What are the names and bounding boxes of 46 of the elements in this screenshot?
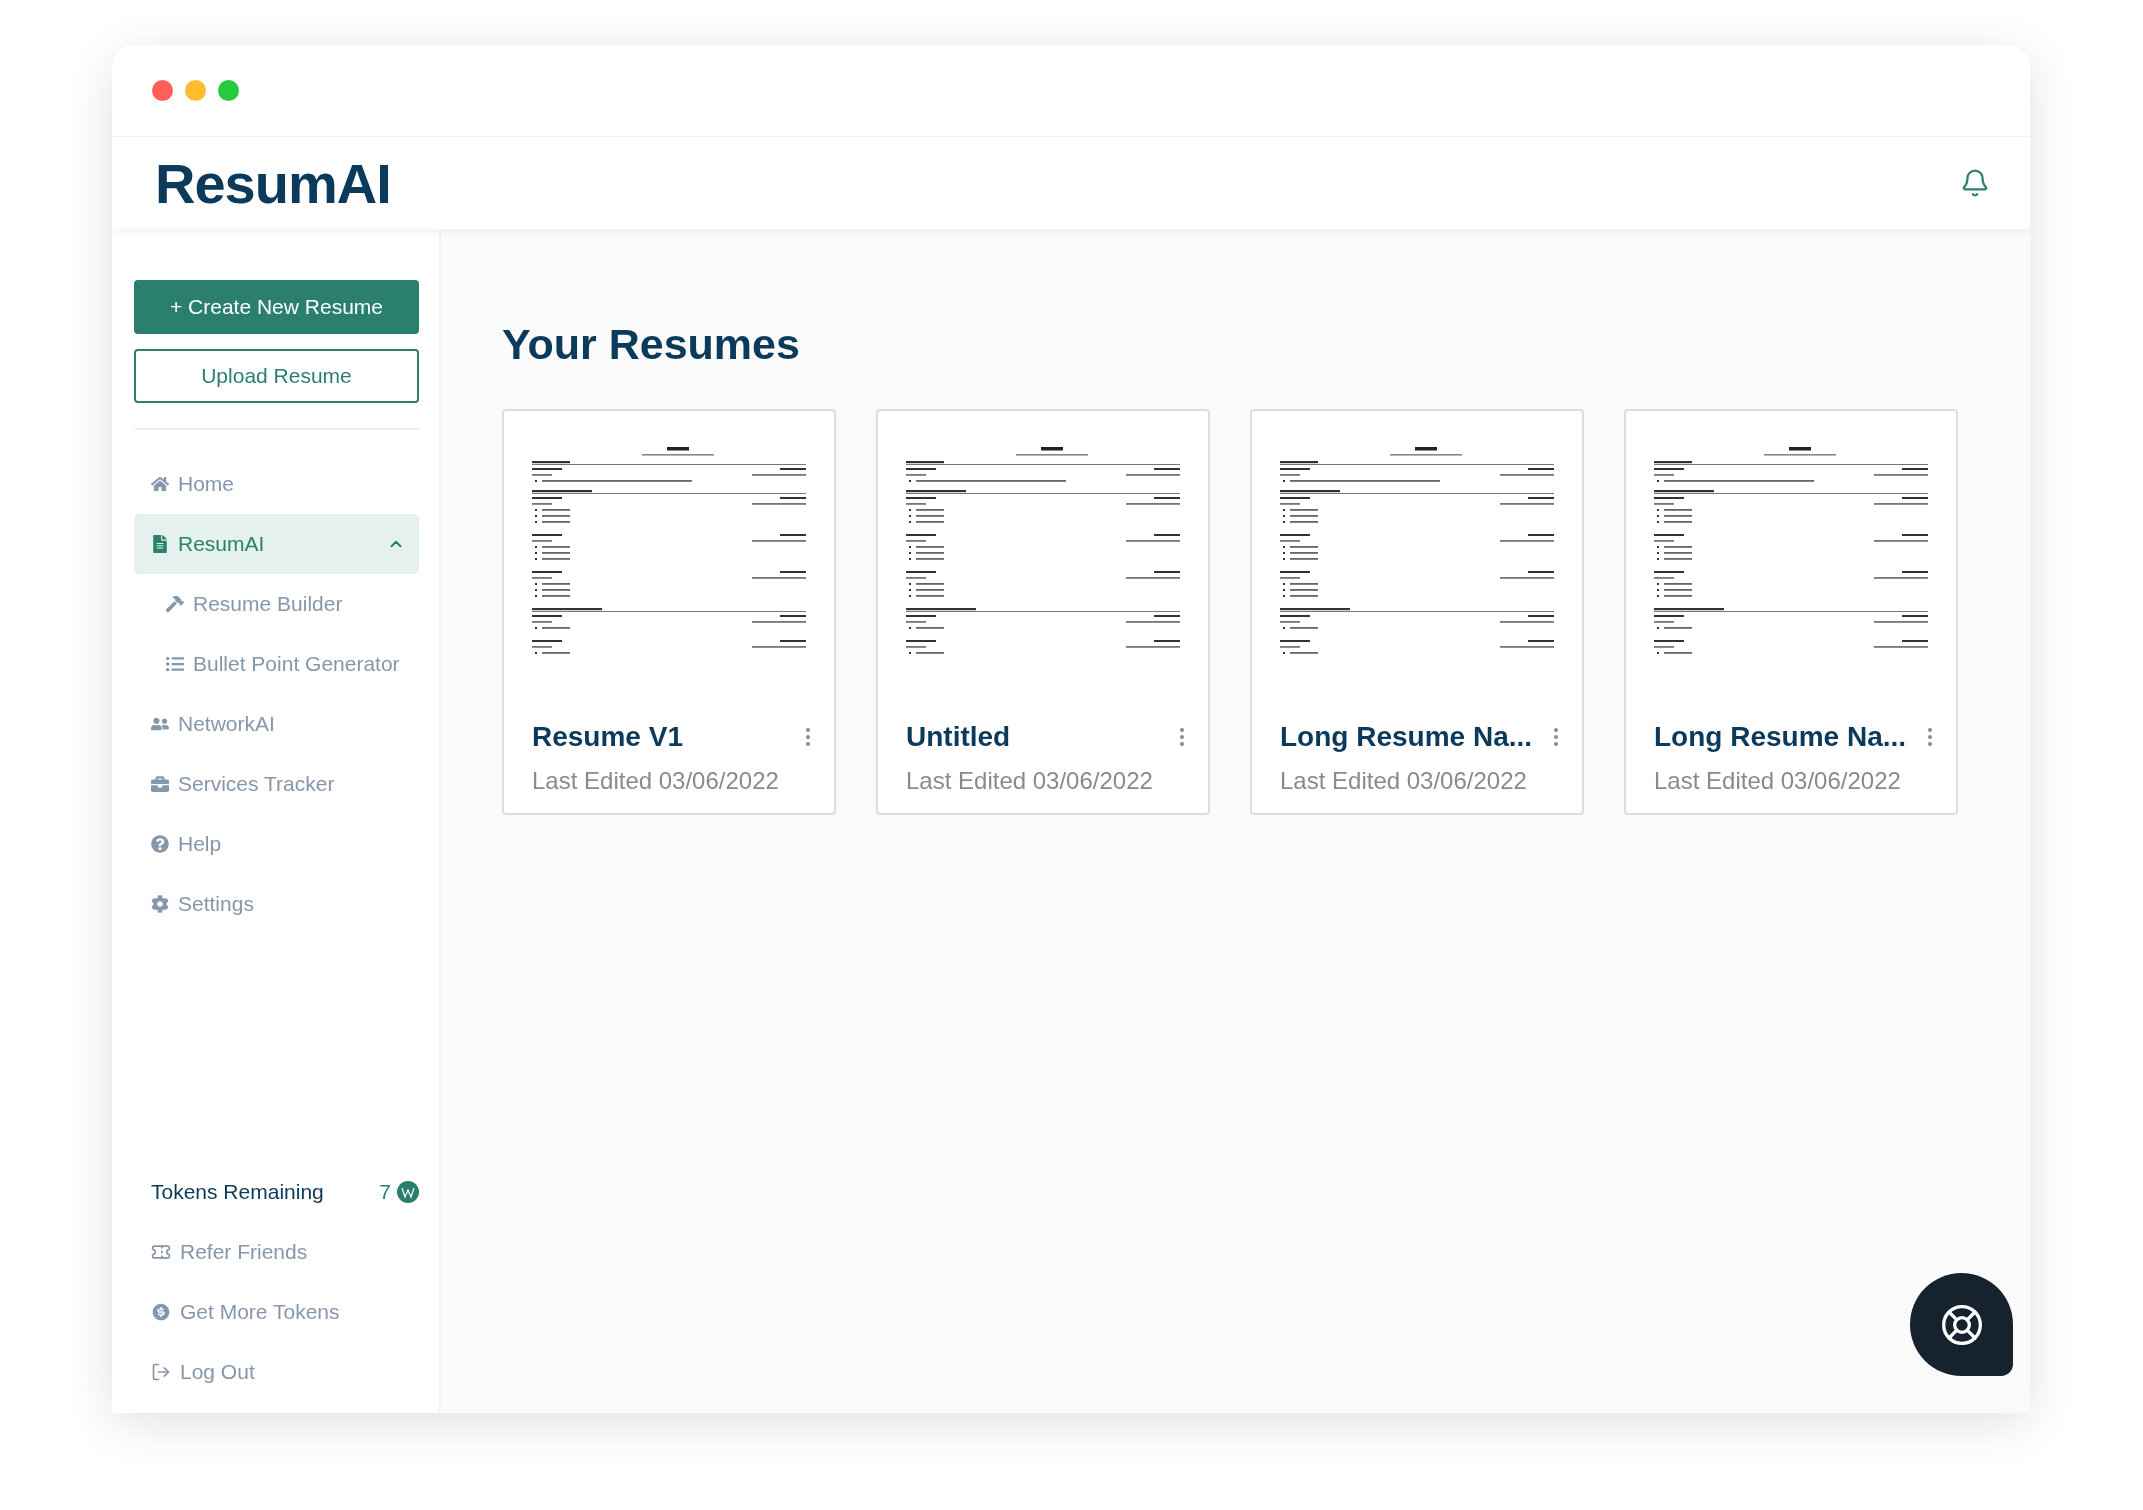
- nav-subitem[interactable]: Resume Builder: [134, 574, 419, 634]
- logout-icon: [151, 1362, 171, 1382]
- token-count: 7: [379, 1180, 391, 1204]
- last-edited-date: Last Edited 03/06/2022: [532, 767, 780, 795]
- window-control[interactable]: [185, 80, 206, 101]
- nav-item[interactable]: Home: [134, 454, 419, 514]
- nav-subitem[interactable]: Bullet Point Generator: [134, 634, 419, 694]
- resume-title: Long Resume Na...: [1654, 721, 1907, 753]
- dollar-icon: [151, 1302, 171, 1322]
- last-edited-date: Last Edited 03/06/2022: [1654, 767, 1902, 795]
- nav-item[interactable]: Help: [134, 814, 419, 874]
- token-coin-icon: [397, 1181, 419, 1203]
- people-icon: [151, 715, 169, 733]
- lifebuoy-icon: [1939, 1302, 1984, 1347]
- resume-card[interactable]: Untitled Last Edited 03/06/2022: [876, 409, 1210, 815]
- create-resume-button[interactable]: + Create New Resume: [134, 280, 419, 334]
- resume-card[interactable]: Resume V1 Last Edited 03/06/2022: [502, 409, 836, 815]
- logo: ResumAI: [155, 150, 391, 216]
- nav-item[interactable]: Services Tracker: [134, 754, 419, 814]
- ticket-icon: [151, 1242, 171, 1262]
- sidebar-link[interactable]: Get More Tokens: [134, 1282, 419, 1342]
- hammer-icon: [166, 595, 184, 613]
- sidebar-link[interactable]: Log Out: [134, 1342, 419, 1402]
- document-icon: [151, 535, 169, 553]
- nav-item[interactable]: Settings: [134, 874, 419, 934]
- list-icon: [166, 655, 184, 673]
- home-icon: [151, 475, 169, 493]
- window-control[interactable]: [152, 80, 173, 101]
- resume-title: Resume V1: [532, 721, 683, 753]
- last-edited-date: Last Edited 03/06/2022: [1280, 767, 1528, 795]
- briefcase-icon: [151, 775, 169, 793]
- tokens-label: Tokens Remaining: [151, 1180, 325, 1204]
- settings-icon: [151, 895, 169, 913]
- window-control[interactable]: [218, 80, 239, 101]
- resume-title: Untitled: [906, 721, 1011, 753]
- resume-card[interactable]: Long Resume Na... Last Edited 03/06/2022: [1250, 409, 1584, 815]
- upload-resume-button[interactable]: Upload Resume: [134, 349, 419, 403]
- nav-item[interactable]: ResumAI: [134, 514, 419, 574]
- resume-card[interactable]: Long Resume Na... Last Edited 03/06/2022: [1624, 409, 1958, 815]
- bell-icon[interactable]: [1960, 168, 1990, 198]
- page-title: Your Resumes: [502, 320, 801, 369]
- nav-item[interactable]: NetworkAI: [134, 694, 419, 754]
- sidebar-link[interactable]: Refer Friends: [134, 1222, 419, 1282]
- help-icon: [151, 835, 169, 853]
- last-edited-date: Last Edited 03/06/2022: [906, 767, 1154, 795]
- resume-title: Long Resume Na...: [1280, 721, 1533, 753]
